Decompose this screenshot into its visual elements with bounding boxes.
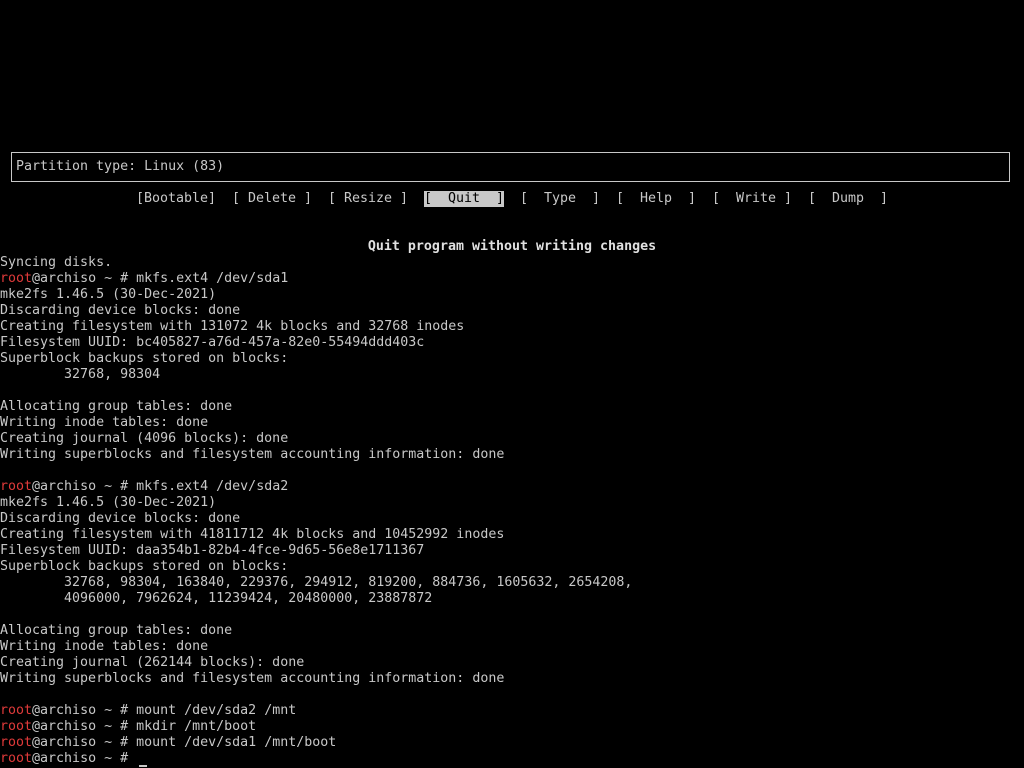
console-line: Creating journal (4096 blocks): done [0, 431, 289, 446]
console-command: mkdir /mnt/boot [136, 719, 257, 734]
console-command: mkfs.ext4 /dev/sda2 [136, 479, 289, 494]
console-line: Writing superblocks and filesystem accou… [0, 671, 505, 686]
cfdisk-menu-bar: [Bootable] [ Delete ] [ Resize ] [ Quit … [0, 191, 1024, 207]
console-line: Superblock backups stored on blocks: [0, 559, 289, 574]
console-command: mkfs.ext4 /dev/sda1 [136, 271, 289, 286]
menu-help-button[interactable]: [ Help ] [616, 191, 696, 207]
console-line: Writing inode tables: done [0, 639, 209, 654]
terminal-cursor [139, 765, 148, 767]
prompt-host: @archiso ~ # [32, 719, 137, 734]
prompt-host: @archiso ~ # [32, 751, 137, 766]
menu-type-button[interactable]: [ Type ] [520, 191, 600, 207]
console-line: Creating journal (262144 blocks): done [0, 655, 305, 670]
prompt-user: root [0, 479, 33, 494]
prompt-host: @archiso ~ # [32, 735, 137, 750]
console-line: Discarding device blocks: done [0, 511, 241, 526]
partition-info-box: Partition type: Linux (83) [11, 152, 1010, 182]
console-line: 32768, 98304 [0, 367, 161, 382]
partition-type-label: Partition type: Linux (83) [16, 159, 225, 174]
prompt-user: root [0, 271, 33, 286]
console-prompt-line: root@archiso ~ # mount /dev/sda2 /mnt [0, 703, 1024, 719]
console-line: Writing inode tables: done [0, 415, 209, 430]
menu-dump-button[interactable]: [ Dump ] [808, 191, 888, 207]
prompt-user: root [0, 751, 33, 766]
terminal-output[interactable]: Syncing disks. root@archiso ~ # mkfs.ext… [0, 255, 1024, 767]
prompt-user: root [0, 735, 33, 750]
console-command: mount /dev/sda2 /mnt [136, 703, 297, 718]
console-line: mke2fs 1.46.5 (30-Dec-2021) [0, 287, 217, 302]
console-line: Creating filesystem with 41811712 4k blo… [0, 527, 505, 542]
console-line: Filesystem UUID: bc405827-a76d-457a-82e0… [0, 335, 425, 350]
console-prompt-line: root@archiso ~ # mount /dev/sda1 /mnt/bo… [0, 735, 1024, 751]
prompt-host: @archiso ~ # [32, 703, 137, 718]
menu-resize-button[interactable]: [ Resize ] [328, 191, 408, 207]
console-line: Syncing disks. [0, 255, 113, 270]
console-line: Writing superblocks and filesystem accou… [0, 447, 505, 462]
menu-delete-button[interactable]: [ Delete ] [232, 191, 312, 207]
console-line: Superblock backups stored on blocks: [0, 351, 289, 366]
console-line: Allocating group tables: done [0, 623, 233, 638]
console-prompt-line[interactable]: root@archiso ~ # [0, 751, 1024, 767]
console-prompt-line: root@archiso ~ # mkdir /mnt/boot [0, 719, 1024, 735]
menu-quit-button[interactable]: [ Quit ] [424, 191, 505, 207]
console-prompt-line: root@archiso ~ # mkfs.ext4 /dev/sda2 [0, 479, 1024, 495]
console-prompt-line: root@archiso ~ # mkfs.ext4 /dev/sda1 [0, 271, 1024, 287]
menu-hint-text: Quit program without writing changes [367, 239, 657, 254]
console-line: Allocating group tables: done [0, 399, 233, 414]
menu-write-button[interactable]: [ Write ] [712, 191, 792, 207]
console-line: 32768, 98304, 163840, 229376, 294912, 81… [0, 575, 633, 590]
console-line: Filesystem UUID: daa354b1-82b4-4fce-9d65… [0, 543, 425, 558]
prompt-user: root [0, 703, 33, 718]
console-line: 4096000, 7962624, 11239424, 20480000, 23… [0, 591, 433, 606]
console-command: mount /dev/sda1 /mnt/boot [136, 735, 337, 750]
console-line: mke2fs 1.46.5 (30-Dec-2021) [0, 495, 217, 510]
prompt-host: @archiso ~ # [32, 271, 137, 286]
console-line: Creating filesystem with 131072 4k block… [0, 319, 465, 334]
menu-bootable-button[interactable]: [Bootable] [136, 191, 216, 207]
prompt-host: @archiso ~ # [32, 479, 137, 494]
console-line: Discarding device blocks: done [0, 303, 241, 318]
prompt-user: root [0, 719, 33, 734]
